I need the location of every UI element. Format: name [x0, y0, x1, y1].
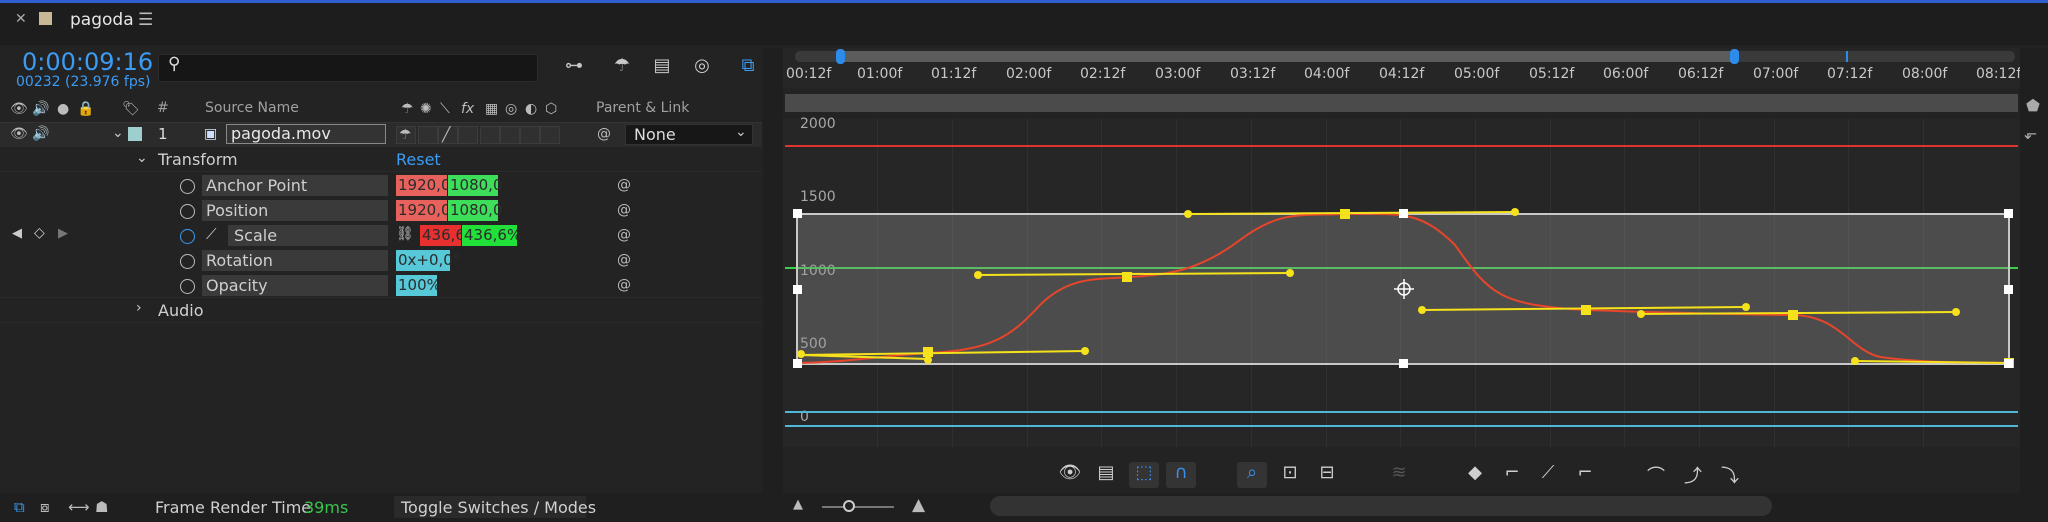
layer-switches-icon[interactable]: ⧉	[14, 498, 25, 516]
frame-render-time-value: 39ms	[304, 498, 349, 517]
snap-icon[interactable]: ∩	[1166, 462, 1196, 488]
zoom-slider-thumb[interactable]	[843, 500, 855, 512]
linear-keyframe-icon[interactable]: ⟋	[1533, 462, 1563, 488]
edit-keyframe-icon[interactable]: ◆	[1460, 462, 1490, 488]
render-time-icon[interactable]: ☗	[95, 498, 108, 516]
hold-keyframe-icon[interactable]: ⌐	[1497, 462, 1527, 488]
marker-icon[interactable]: ⬟	[2026, 96, 2040, 115]
frame-render-time-label: Frame Render Time	[155, 498, 312, 517]
in-out-icon[interactable]: ⟷	[68, 498, 90, 516]
transfer-controls-icon[interactable]: ⧇	[40, 498, 50, 516]
timeline-panel: ✕ pagoda ☰ 0:00:09:16 00232 (23.976 fps)…	[0, 0, 2048, 522]
transform-box-icon[interactable]: ⬚	[1129, 462, 1159, 488]
easy-ease-icon[interactable]: ⌒	[1641, 462, 1671, 488]
show-properties-icon[interactable]: 👁	[1055, 462, 1085, 488]
comp-marker-bin-icon[interactable]: ⬐	[2024, 124, 2037, 143]
horizontal-scrollbar[interactable]	[990, 496, 1772, 516]
toggle-switches-modes-label: Toggle Switches / Modes	[401, 498, 597, 517]
zoom-out-icon[interactable]: ▲	[793, 497, 803, 512]
graph-options-icon[interactable]: ▤	[1091, 462, 1121, 488]
graph-curves[interactable]	[0, 0, 2048, 522]
zoom-slider-track[interactable]	[822, 506, 894, 508]
fit-all-icon[interactable]: ⊟	[1312, 462, 1342, 488]
separate-dimensions-icon[interactable]: ≋	[1384, 462, 1414, 488]
auto-bezier-icon[interactable]: ⌐	[1570, 462, 1600, 488]
zoom-in-icon[interactable]: ▲	[912, 495, 925, 515]
easy-ease-out-icon[interactable]: ⤵	[1715, 462, 1745, 488]
auto-zoom-height-icon[interactable]: ⌕	[1237, 462, 1267, 488]
fit-selection-icon[interactable]: ⊡	[1275, 462, 1305, 488]
easy-ease-in-icon[interactable]: ⤴	[1678, 462, 1708, 488]
